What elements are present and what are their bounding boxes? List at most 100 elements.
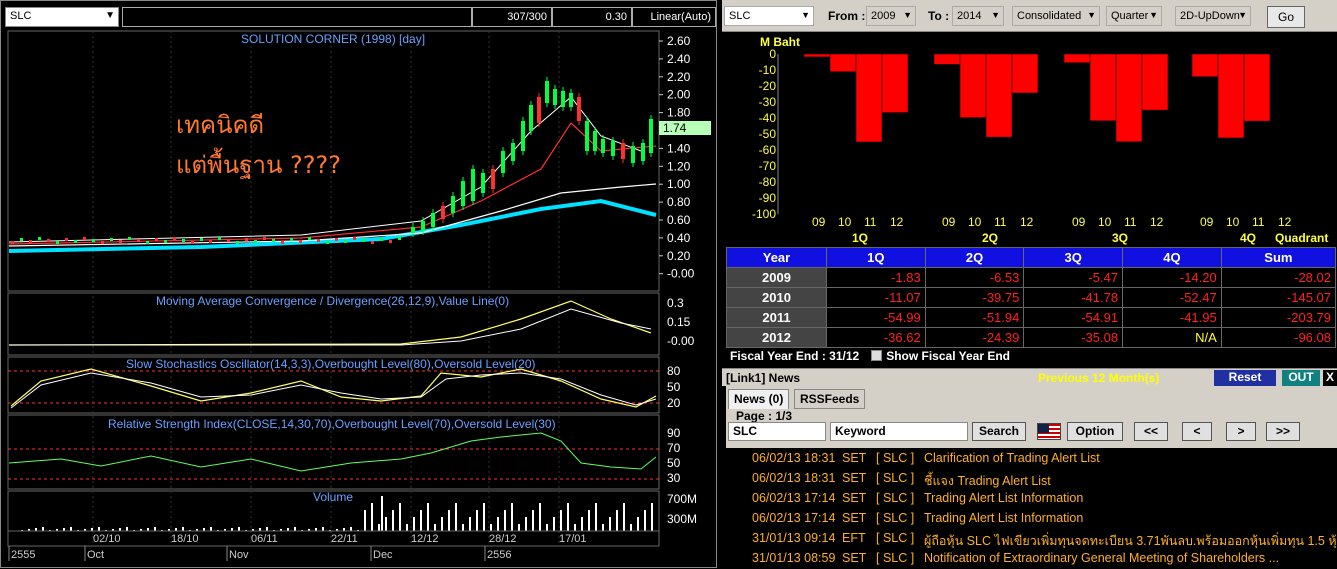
cell-value: -41.78 (1023, 287, 1124, 308)
prev-page-button[interactable]: < (1182, 422, 1212, 441)
volume-bar (511, 503, 513, 531)
chevron-down-icon: ▼ (1238, 10, 1247, 20)
period-label: Oct (87, 549, 104, 561)
from-year-select[interactable]: 2009 ▼ (866, 6, 916, 26)
y-tick-label: -50 (759, 127, 777, 141)
chevron-down-icon: ▼ (991, 10, 1000, 20)
date-tick-label: 28/12 (489, 533, 517, 545)
bar (829, 53, 857, 72)
language-flag-icon[interactable] (1037, 423, 1061, 440)
period-label: 2555 (11, 549, 35, 561)
news-title: [Link1] News (726, 371, 801, 385)
news-item[interactable]: 06/02/13 17:14 SET [ SLC ] Trading Alert Li… (726, 488, 1337, 508)
news-symbol: [ SLC ] (876, 451, 915, 465)
date-tick-label: 06/11 (251, 533, 278, 545)
from-label: From : (828, 9, 866, 23)
fundamental-panel: SLC ▼ From : 2009 ▼ To : 2014 ▼ Consolidate… (722, 0, 1337, 568)
cell-value: -41.95 (1122, 307, 1222, 328)
date-tick-label: 18/10 (171, 533, 199, 545)
date-tick-label: 12/12 (411, 533, 439, 545)
scale-mode[interactable]: Linear(Auto) (632, 7, 716, 27)
fiscal-year-end-label: Fiscal Year End : 31/12 (730, 349, 860, 363)
from-year-value: 2009 (871, 10, 896, 22)
news-item[interactable]: 06/02/13 18:31 SET [ SLC ] Clarification of… (726, 448, 1337, 468)
candle-body (585, 121, 589, 151)
last-value: 0.30 (552, 7, 632, 27)
col-sum: Sum (1220, 247, 1337, 268)
candle-body (110, 238, 113, 241)
chart-info-cell (122, 7, 472, 27)
to-year-select[interactable]: 2014 ▼ (952, 6, 1004, 26)
last-page-button[interactable]: >> (1266, 422, 1300, 441)
volume-bar (644, 510, 646, 531)
statement-select[interactable]: Consolidated ▼ (1012, 6, 1100, 26)
search-button[interactable]: Search (972, 422, 1026, 441)
volume-bar (322, 527, 324, 531)
candle-body (335, 238, 338, 241)
reset-button[interactable]: Reset (1214, 370, 1276, 386)
y-tick-label: 0 (769, 47, 776, 61)
news-symbol: [ SLC ] (876, 531, 915, 545)
next-page-button[interactable]: > (1226, 422, 1256, 441)
news-headline: Trading Alert List Information (924, 511, 1084, 525)
volume-bar (413, 517, 415, 531)
chart-symbol-select[interactable]: SLC ▼ (5, 7, 119, 27)
go-button[interactable]: Go (1267, 6, 1305, 28)
candle-body (308, 237, 311, 240)
candle-body (173, 237, 176, 240)
news-source: SET (842, 491, 867, 505)
cell-sum: -145.07 (1220, 287, 1337, 308)
stoch-axis-label: 20 (667, 396, 681, 410)
candle-body (451, 196, 455, 213)
year-tick-label: 11 (1252, 215, 1265, 229)
tab-rssfeeds[interactable]: RSSFeeds (794, 389, 866, 409)
year-tick-label: 12 (1278, 215, 1292, 229)
news-title-bar: [Link1] News Previous 12 Month(s) Reset … (722, 368, 1337, 386)
candle-body (421, 221, 425, 231)
show-fiscal-checkbox[interactable] (871, 350, 883, 361)
period-label: 2556 (487, 549, 511, 561)
table-row: 2011 -54.99 -51.94 -54.91 -41.95 -203.79 (726, 307, 1337, 328)
price-chart-canvas[interactable]: 2.602.402.202.001.801.601.401.201.000.80… (1, 1, 718, 569)
technical-chart-window: 2.602.402.202.001.801.601.401.201.000.80… (0, 0, 717, 568)
table-header-row: Year 1Q 2Q 3Q 4Q Sum (726, 247, 1337, 268)
volume-bar (483, 503, 485, 531)
table-row: 2010 -11.07 -39.75 -41.78 -52.47 -145.07 (726, 287, 1337, 308)
volume-bar (350, 527, 352, 531)
fund-symbol-select[interactable]: SLC ▼ (724, 6, 814, 26)
first-page-button[interactable]: << (1134, 422, 1168, 441)
tab-news[interactable]: News (0) (728, 389, 790, 409)
volume-bar (609, 517, 611, 531)
news-item[interactable]: 06/02/13 17:14 SET [ SLC ] Trading Alert Li… (726, 508, 1337, 528)
news-headline: Trading Alert List Information (924, 491, 1084, 505)
bar (1243, 53, 1271, 122)
volume-bar (574, 524, 576, 531)
view-select[interactable]: 2D-UpDown ▼ (1175, 6, 1251, 26)
news-item[interactable]: 31/01/13 09:14 EFT [ SLC ] ผู้ถือหุ้น SLC ไ… (726, 528, 1337, 548)
bar (1115, 53, 1143, 143)
cell-sum: -28.02 (1220, 267, 1337, 288)
y-tick-label: -60 (759, 143, 777, 157)
chevron-down-icon: ▼ (105, 10, 115, 21)
candle-body (101, 241, 104, 244)
news-panel: News (0) RSSFeeds Page : 1/3 SLC Keyword… (726, 386, 1337, 568)
news-period: Previous 12 Month(s) (1038, 371, 1160, 385)
keyword-input[interactable]: Keyword (830, 422, 968, 441)
news-item[interactable]: 31/01/13 08:59 SET [ SLC ] Notification of … (726, 548, 1337, 568)
rsi-axis-label: 30 (667, 471, 681, 485)
period-select[interactable]: Quarter ▼ (1106, 6, 1162, 26)
volume-bar (546, 524, 548, 531)
option-button[interactable]: Option (1067, 422, 1123, 441)
period-label: Dec (373, 549, 393, 561)
cell-sum: -96.08 (1220, 327, 1337, 348)
candle-body (481, 173, 485, 193)
candle-body (577, 97, 581, 121)
news-symbol-input[interactable]: SLC (728, 422, 826, 441)
news-item[interactable]: 06/02/13 18:31 SET [ SLC ] ชี้แจง Trading A… (726, 468, 1337, 488)
volume-bar (532, 510, 534, 531)
macd-axis-label: -0.00 (667, 334, 695, 348)
price-axis-label: 2.20 (667, 70, 691, 84)
out-button[interactable]: OUT (1282, 370, 1320, 386)
close-icon[interactable]: X (1323, 370, 1337, 386)
volume-bar (70, 527, 72, 531)
